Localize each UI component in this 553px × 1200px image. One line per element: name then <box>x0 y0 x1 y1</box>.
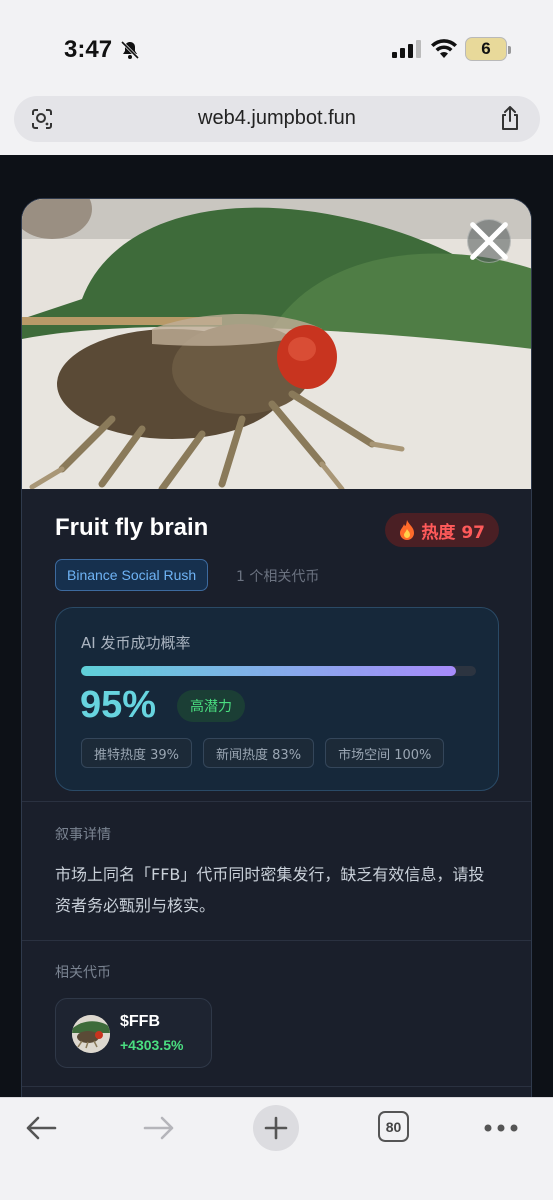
more-button[interactable] <box>481 1110 521 1146</box>
back-icon[interactable] <box>25 1116 57 1140</box>
web-page: Fruit fly brain 热度 97 Binance Social Rus… <box>0 155 553 1097</box>
narrative-card: Fruit fly brain 热度 97 Binance Social Rus… <box>21 198 532 1097</box>
metric-market-space: 市场空间 100% <box>325 738 445 768</box>
narrative-label: 叙事详情 <box>55 827 111 843</box>
category-tag[interactable]: Binance Social Rush <box>55 559 209 591</box>
browser-toolbar: 80 <box>0 1097 553 1200</box>
share-icon[interactable] <box>498 105 522 131</box>
ai-label: AI 发币成功概率 <box>81 634 191 652</box>
divider <box>22 940 531 941</box>
probability-bar-fill <box>81 666 457 676</box>
plus-icon[interactable] <box>264 1116 288 1140</box>
forward-icon[interactable] <box>143 1116 175 1140</box>
coin-card-ffb[interactable]: $FFB +4303.5% <box>55 998 212 1068</box>
new-tab-button[interactable] <box>253 1105 299 1151</box>
metrics-row: 推特热度 39% 新闻热度 83% 市场空间 100% <box>81 738 445 768</box>
signal-icon <box>392 40 421 58</box>
tabs-icon[interactable]: 80 <box>386 1119 402 1135</box>
metric-news-heat: 新闻热度 83% <box>203 738 315 768</box>
back-button[interactable] <box>21 1110 61 1146</box>
flame-icon <box>400 520 415 540</box>
divider <box>22 1086 531 1087</box>
battery-indicator: 6 <box>465 37 511 61</box>
potential-badge: 高潜力 <box>177 690 245 722</box>
ai-probability-panel: AI 发币成功概率 95% 高潜力 推特热度 39% 新闻热度 83% 市场空间… <box>55 607 499 791</box>
probability-percent: 95% <box>80 684 157 726</box>
hero-image <box>22 199 531 489</box>
metric-twitter-heat: 推特热度 39% <box>81 738 193 768</box>
coin-name: $FFB <box>120 1013 160 1030</box>
address-bar[interactable]: web4.jumpbot.fun <box>14 96 540 142</box>
bell-slash-icon <box>120 40 140 60</box>
coin-avatar <box>72 1015 110 1053</box>
status-bar: 3:47 6 <box>0 0 553 92</box>
url-text[interactable]: web4.jumpbot.fun <box>14 107 540 130</box>
card-title: Fruit fly brain <box>55 514 209 541</box>
fruit-fly-illustration <box>22 199 531 489</box>
heat-label: 热度 97 <box>421 522 485 543</box>
related-label: 相关代币 <box>55 965 111 981</box>
tabs-button[interactable]: 80 <box>378 1111 409 1142</box>
wifi-icon <box>431 39 457 58</box>
status-time: 3:47 <box>64 36 113 63</box>
related-count: 1 个相关代币 <box>236 569 320 585</box>
close-icon[interactable] <box>468 199 510 386</box>
probability-bar <box>81 666 476 676</box>
narrative-text: 市场上同名「FFB」代币同时密集发行，缺乏有效信息，请投资者务必甄别与核实。 <box>55 865 485 915</box>
close-button[interactable] <box>467 219 511 263</box>
divider <box>22 801 531 802</box>
coin-change: +4303.5% <box>120 1037 184 1053</box>
more-icon[interactable] <box>484 1124 518 1132</box>
forward-button[interactable] <box>139 1110 179 1146</box>
heat-badge: 热度 97 <box>385 513 499 547</box>
